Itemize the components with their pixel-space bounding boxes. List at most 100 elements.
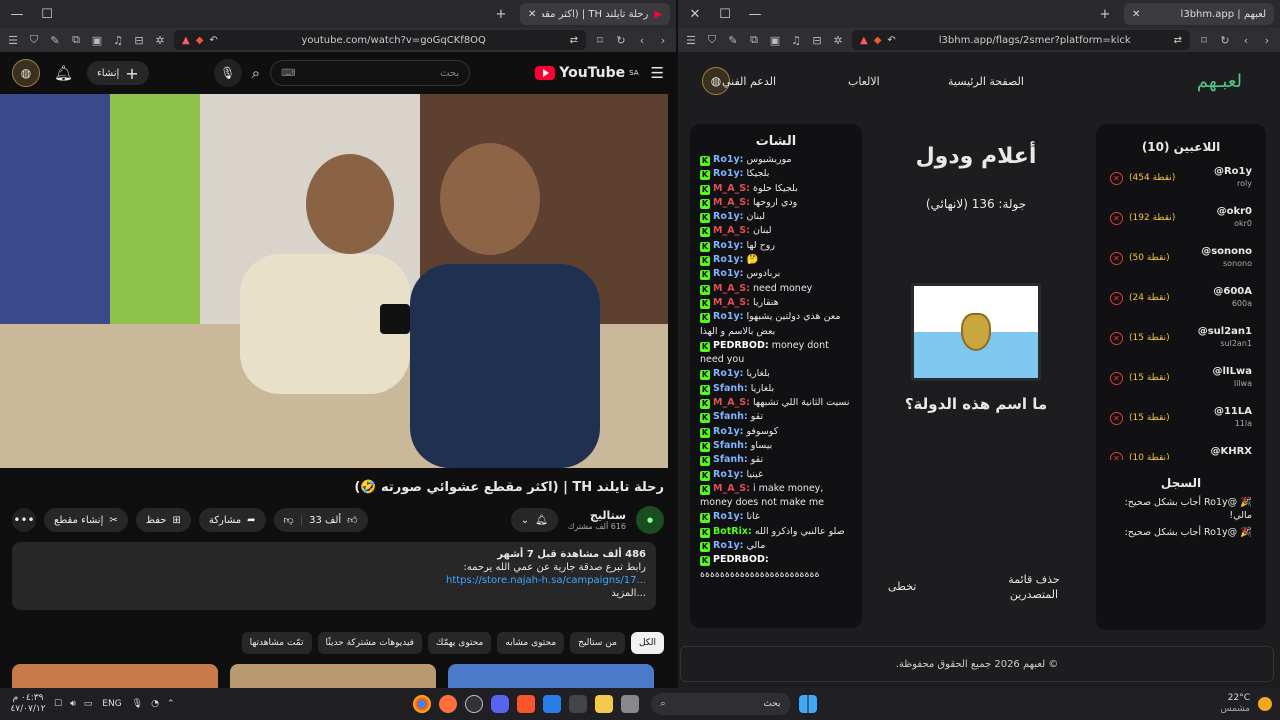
- avatar[interactable]: ◍: [12, 59, 40, 87]
- search-icon[interactable]: ⌕: [252, 64, 260, 82]
- store-icon[interactable]: [542, 695, 561, 713]
- shield-icon[interactable]: ⛉: [27, 33, 41, 47]
- chat-username[interactable]: M_A_S:: [713, 397, 750, 408]
- chip-all[interactable]: الكل: [630, 632, 664, 654]
- extension-icon[interactable]: ✲: [153, 34, 167, 47]
- chat-username[interactable]: Ro1y:: [713, 268, 743, 279]
- share-button[interactable]: مشاركة ➦: [198, 508, 266, 532]
- remove-player-icon[interactable]: ✕: [1110, 251, 1123, 265]
- youtube-logo[interactable]: YouTube SA: [535, 65, 639, 81]
- chat-username[interactable]: Ro1y:: [713, 426, 743, 437]
- dislike-icon[interactable]: 👎︎: [284, 514, 294, 526]
- music-icon[interactable]: ♫: [111, 34, 125, 47]
- chip-watched[interactable]: تمّت مشاهدتها: [241, 632, 312, 654]
- chat-username[interactable]: Ro1y:: [713, 540, 743, 551]
- tune-icon[interactable]: ⇄: [570, 35, 578, 46]
- clip-button[interactable]: إنشاء مقطع ✂: [44, 508, 128, 532]
- remove-player-icon[interactable]: ✕: [1110, 291, 1123, 305]
- chat-username[interactable]: M_A_S:: [713, 297, 750, 308]
- chat-username[interactable]: M_A_S:: [713, 483, 750, 494]
- menu-icon[interactable]: ☰: [6, 34, 20, 47]
- save-button[interactable]: حفظ ⊞: [135, 508, 191, 532]
- chip-recent[interactable]: فيديوهات مشتركة حديثًا: [317, 632, 422, 654]
- chat-username[interactable]: Ro1y:: [713, 511, 743, 522]
- chat-username[interactable]: Ro1y:: [713, 168, 743, 179]
- remove-player-icon[interactable]: ✕: [1110, 411, 1123, 425]
- keyboard-icon[interactable]: ⌨: [281, 68, 295, 79]
- folder-icon[interactable]: [594, 695, 613, 713]
- shield-icon[interactable]: ⛉: [705, 33, 719, 47]
- address-bar[interactable]: ▲ ◆ ↶ youtube.com/watch?v=goGqCKf8OQ ⇄: [174, 30, 586, 50]
- chat-username[interactable]: Ro1y:: [713, 254, 743, 265]
- chat-username[interactable]: M_A_S:: [713, 197, 750, 208]
- video-player[interactable]: [0, 94, 668, 468]
- chat-username[interactable]: M_A_S:: [713, 225, 750, 236]
- thumbnail[interactable]: [230, 664, 436, 688]
- window-icon[interactable]: [620, 695, 639, 713]
- channel-name[interactable]: ستاليج: [568, 509, 626, 522]
- music-icon[interactable]: ♫: [789, 34, 803, 47]
- chevron-up-icon[interactable]: ⌃: [167, 699, 175, 709]
- notification-icon[interactable]: ☐: [54, 699, 62, 709]
- sidebar-icon[interactable]: ▣: [90, 34, 104, 47]
- sidebar-icon[interactable]: ▣: [768, 34, 782, 47]
- extension-icon[interactable]: ✲: [831, 34, 845, 47]
- minimize-icon[interactable]: —: [6, 7, 28, 22]
- nav-games[interactable]: الالعاب: [848, 75, 880, 88]
- tabs-icon[interactable]: ⊟: [132, 34, 146, 47]
- chat-username[interactable]: Ro1y:: [713, 311, 743, 322]
- remove-player-icon[interactable]: ✕: [1110, 331, 1123, 345]
- clock-date[interactable]: ٤٧/٠٧/١٢: [8, 704, 48, 715]
- chip-similar[interactable]: محتوى مشابه: [497, 632, 565, 654]
- chat-username[interactable]: Sfanh:: [713, 383, 748, 394]
- chip-for-you[interactable]: محتوى يهمّك: [427, 632, 492, 654]
- new-tab-icon[interactable]: +: [1094, 7, 1116, 22]
- language-indicator[interactable]: ENG: [102, 699, 121, 709]
- chat-username[interactable]: Ro1y:: [713, 211, 743, 222]
- reload-icon[interactable]: ↻: [1218, 34, 1232, 47]
- reload-icon[interactable]: ↻: [614, 34, 628, 47]
- maximize-icon[interactable]: ☐: [714, 7, 736, 22]
- search-input[interactable]: ⌨ بحث: [270, 60, 471, 86]
- chat-username[interactable]: Ro1y:: [713, 469, 743, 480]
- notifications-icon[interactable]: 🔔︎: [54, 64, 73, 82]
- volume-icon[interactable]: 🔊︎: [70, 699, 76, 709]
- clock-time[interactable]: ٠٤:٣٩ م: [8, 693, 48, 704]
- brave-icon[interactable]: [516, 695, 535, 713]
- chip-from-channel[interactable]: من ستاليج: [570, 632, 625, 654]
- like-icon[interactable]: 👍︎: [347, 514, 357, 526]
- menu-icon[interactable]: ☰: [684, 34, 698, 47]
- tab-l3bhm[interactable]: ✕ l3bhm.app | لعبهم: [1124, 3, 1274, 25]
- chat-username[interactable]: M_A_S:: [713, 283, 750, 294]
- tune-icon[interactable]: ⇄: [1174, 35, 1182, 46]
- chat-username[interactable]: BotRix:: [713, 526, 752, 537]
- minimize-icon[interactable]: —: [744, 7, 766, 22]
- chat-username[interactable]: PEDRBOD:: [713, 554, 769, 565]
- chat-username[interactable]: Ro1y:: [713, 240, 743, 251]
- hamburger-icon[interactable]: ☰: [651, 64, 664, 82]
- channel-avatar[interactable]: ●: [636, 506, 664, 534]
- close-tab-icon[interactable]: ✕: [1132, 9, 1140, 20]
- back-icon[interactable]: ‹: [635, 34, 649, 47]
- create-button[interactable]: إنشاء +: [87, 61, 149, 85]
- description-more[interactable]: ...المزيد: [22, 587, 646, 600]
- tray-icon[interactable]: ◔: [151, 699, 159, 709]
- pen-icon[interactable]: ✎: [48, 34, 62, 47]
- new-tab-icon[interactable]: +: [490, 7, 512, 22]
- chrome-icon[interactable]: [412, 695, 431, 713]
- mic-icon[interactable]: 🎙︎: [132, 699, 143, 709]
- tabs-icon[interactable]: ⊟: [810, 34, 824, 47]
- close-tab-icon[interactable]: ✕: [528, 9, 536, 20]
- weather-text[interactable]: مشمس: [1220, 704, 1250, 715]
- firefox-icon[interactable]: [438, 695, 457, 713]
- remove-player-icon[interactable]: ✕: [1110, 171, 1123, 185]
- back-icon[interactable]: ‹: [1239, 34, 1253, 47]
- close-window-icon[interactable]: ✕: [684, 7, 706, 22]
- remove-player-icon[interactable]: ✕: [1110, 451, 1123, 460]
- bookmark-page-icon[interactable]: ⌑: [1197, 34, 1211, 47]
- chat-username[interactable]: Ro1y:: [713, 368, 743, 379]
- nav-support[interactable]: الدعم الفني: [722, 75, 776, 88]
- nav-home[interactable]: الصفحة الرئيسية: [948, 75, 1024, 88]
- sun-icon[interactable]: [1258, 697, 1272, 711]
- site-logo[interactable]: لعبـهم: [1197, 71, 1242, 92]
